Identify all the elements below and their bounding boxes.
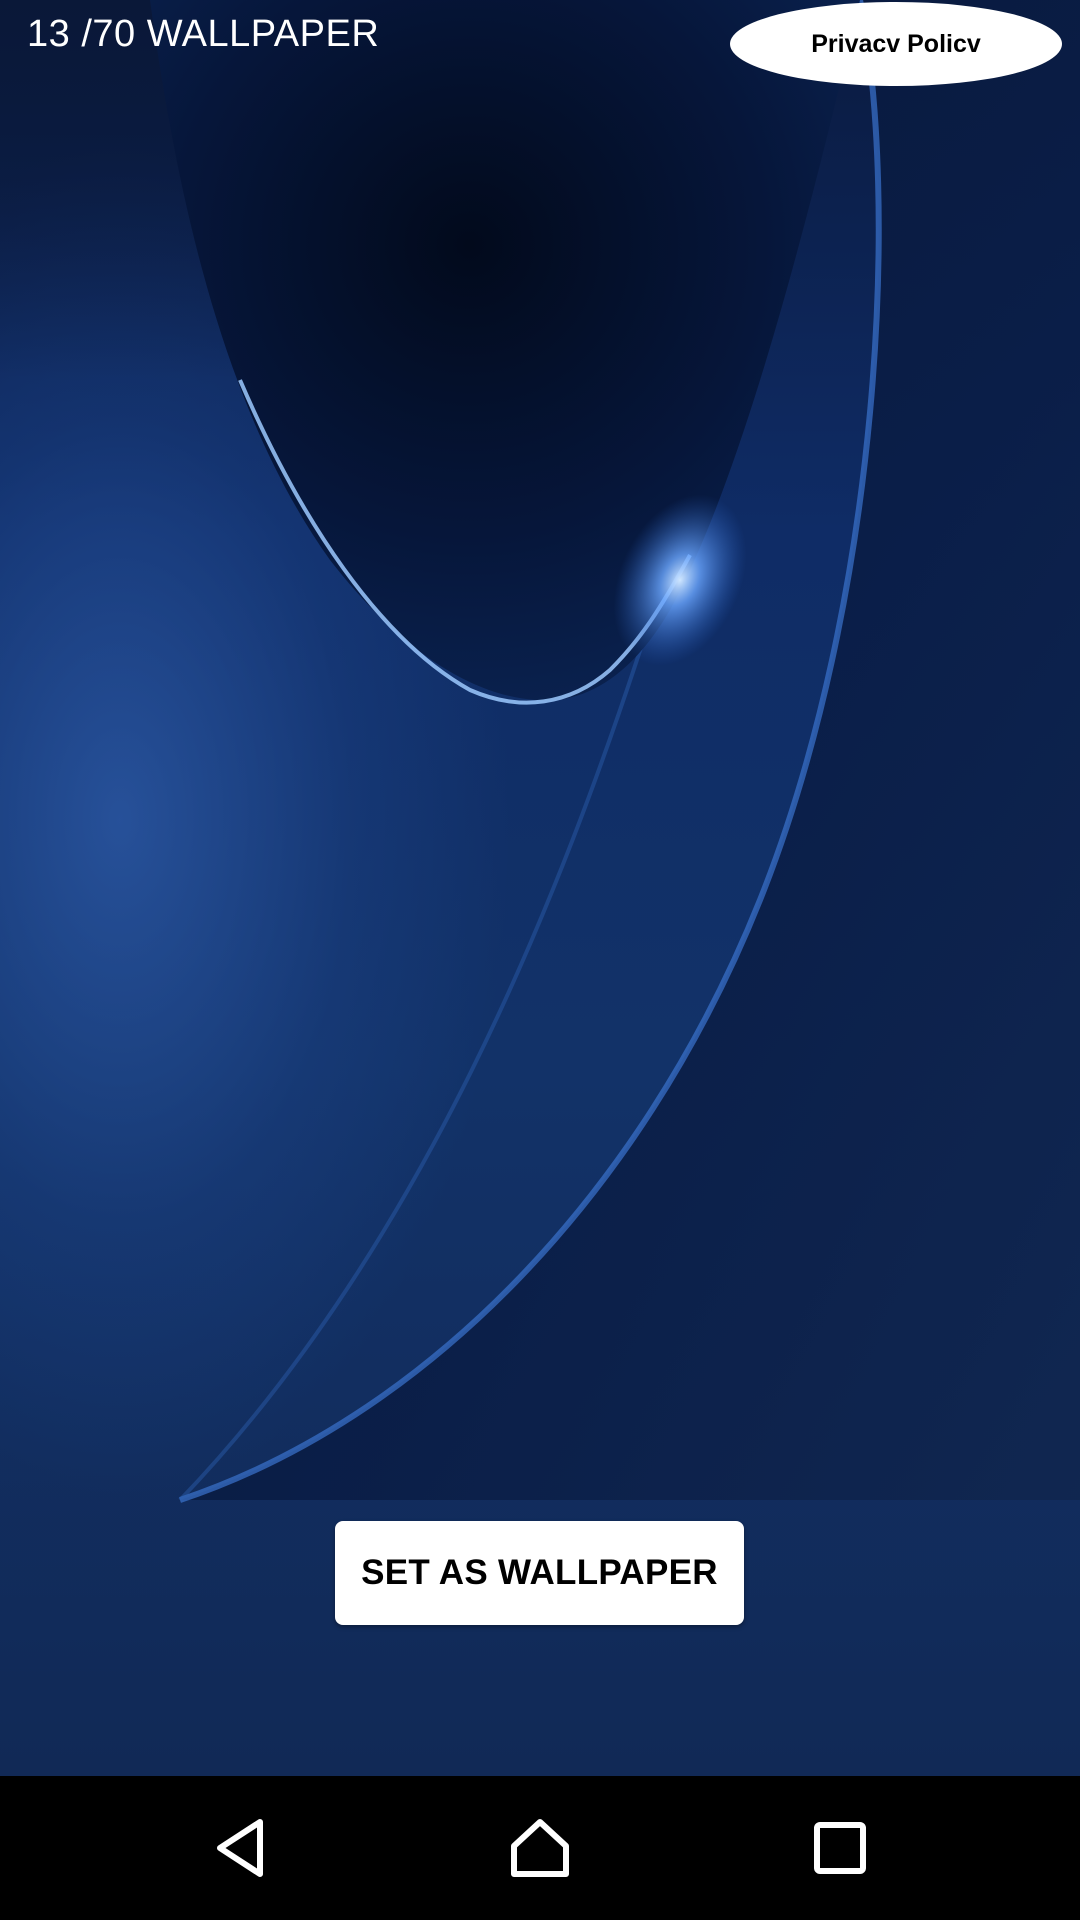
- privacy-policy-button[interactable]: Privacv Policv: [730, 2, 1062, 86]
- wallpaper-art: [0, 0, 1080, 1503]
- screen: 13 /70 WALLPAPER Privacv Policv SET AS W…: [0, 0, 1080, 1920]
- nav-home-button[interactable]: [470, 1776, 610, 1920]
- set-as-wallpaper-label: SET AS WALLPAPER: [361, 1553, 718, 1592]
- wallpaper-counter: 13 /70 WALLPAPER: [27, 13, 380, 55]
- nav-recents-button[interactable]: [770, 1776, 910, 1920]
- wallpaper-image: [0, 0, 1080, 1776]
- set-as-wallpaper-button[interactable]: SET AS WALLPAPER: [335, 1521, 744, 1625]
- home-icon: [511, 1819, 569, 1877]
- system-navigation-bar: [0, 1776, 1080, 1920]
- privacy-policy-label: Privacv Policv: [811, 29, 981, 58]
- recents-square-icon: [814, 1822, 866, 1874]
- back-triangle-icon: [217, 1819, 263, 1877]
- nav-back-button[interactable]: [172, 1776, 312, 1920]
